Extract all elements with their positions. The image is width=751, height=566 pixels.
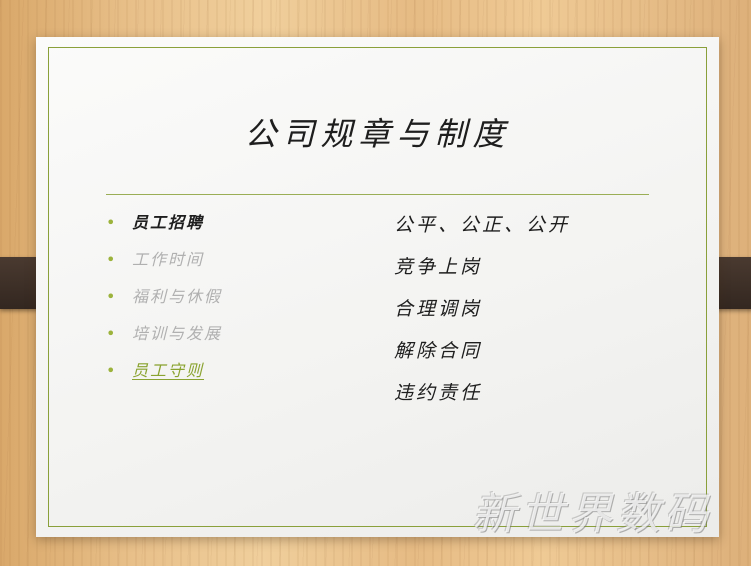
section-label: 员工招聘	[132, 213, 205, 232]
detail-item: 合理调岗	[394, 298, 483, 320]
section-list: • 员工招聘 • 工作时间 • 福利与休假 • 培训与发展 • 员工守则	[106, 209, 222, 394]
bullet-icon: •	[106, 361, 118, 380]
detail-item: 违约责任	[394, 382, 483, 404]
section-item-training[interactable]: • 培训与发展	[106, 320, 222, 357]
section-label: 培训与发展	[132, 324, 223, 343]
watermark: 新世界数码	[472, 489, 712, 540]
section-item-benefits-leave[interactable]: • 福利与休假	[106, 283, 222, 320]
detail-item: 解除合同	[394, 340, 483, 362]
bullet-icon: •	[106, 250, 118, 269]
section-label: 福利与休假	[132, 287, 223, 306]
section-label: 工作时间	[132, 250, 205, 269]
slide: 公司规章与制度 • 员工招聘 • 工作时间 • 福利与休假 • 培训与发展 • …	[36, 37, 719, 537]
bullet-icon: •	[106, 287, 118, 306]
section-item-working-hours[interactable]: • 工作时间	[106, 246, 222, 283]
section-item-recruitment[interactable]: • 员工招聘	[106, 209, 222, 246]
bullet-icon: •	[106, 213, 118, 232]
slide-title: 公司规章与制度	[244, 115, 511, 153]
detail-item: 竞争上岗	[394, 256, 483, 278]
detail-item: 公平、公正、公开	[394, 214, 571, 236]
section-item-code-of-conduct[interactable]: • 员工守则	[106, 357, 222, 394]
bullet-icon: •	[106, 324, 118, 343]
title-divider	[106, 194, 649, 195]
section-link[interactable]: 员工守则	[132, 361, 204, 380]
detail-list: 公平、公正、公开 竞争上岗 合理调岗 解除合同 违约责任	[394, 209, 570, 419]
